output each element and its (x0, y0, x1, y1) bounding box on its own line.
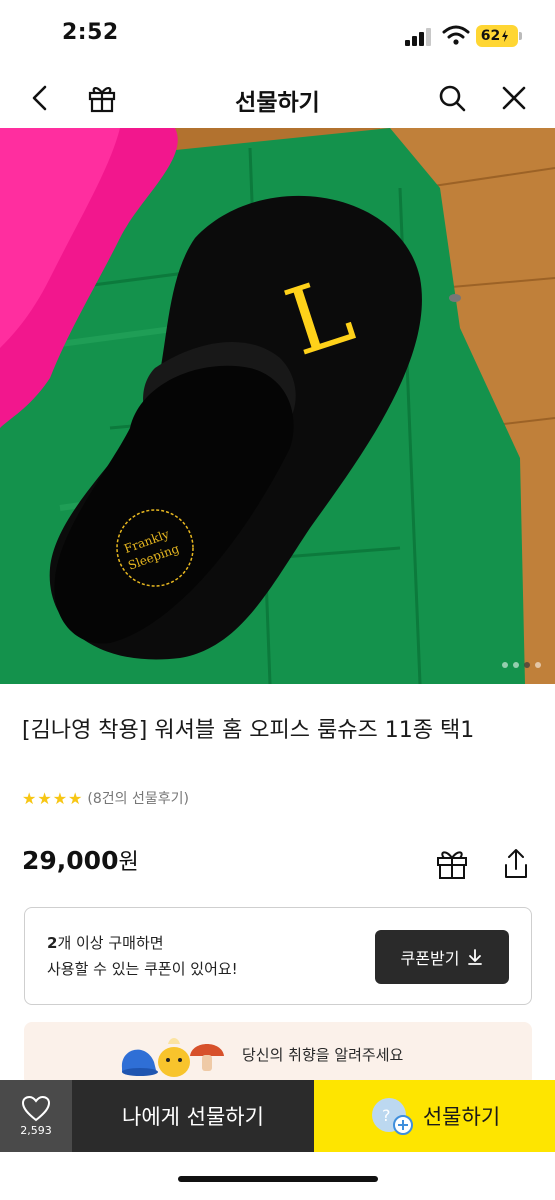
gift-wish-icon[interactable] (434, 846, 470, 882)
character-illustration (121, 1038, 224, 1077)
home-indicator-area (0, 1152, 555, 1200)
product-photo: L Frankly Sleeping (0, 128, 555, 684)
product-image-carousel[interactable]: L Frankly Sleeping (0, 128, 555, 684)
share-icon[interactable] (498, 846, 534, 882)
product-price: 29,000원 (22, 844, 139, 876)
search-icon[interactable] (436, 82, 468, 114)
home-indicator[interactable] (178, 1176, 378, 1182)
status-bar: 2:52 62 (0, 0, 555, 70)
gift-icon[interactable] (86, 82, 118, 114)
price-unit: 원 (118, 850, 139, 875)
status-time: 2:52 (62, 20, 119, 45)
heart-icon (21, 1095, 51, 1122)
review-count-link[interactable]: (8건의 선물후기) (87, 788, 189, 808)
wifi-icon (442, 24, 470, 46)
chevron-left-icon[interactable] (24, 82, 56, 114)
carousel-pagination (502, 662, 541, 668)
battery-icon: 62 (476, 25, 522, 47)
carousel-dot[interactable] (535, 662, 541, 668)
taste-survey-text: 당신의 취향을 알려주세요 (242, 1046, 404, 1064)
wishlist-count: 2,593 (20, 1124, 52, 1137)
download-icon (468, 949, 483, 965)
coupon-line2: 사용할 수 있는 쿠폰이 있어요! (47, 960, 238, 978)
friend-add-icon: ? (371, 1098, 413, 1135)
get-coupon-label: 쿠폰받기 (400, 949, 460, 968)
gift-to-self-button[interactable]: 나에게 선물하기 (72, 1080, 314, 1152)
carousel-dot-active[interactable] (524, 662, 530, 668)
page-title: 선물하기 (235, 90, 320, 116)
coupon-min-qty: 2 (47, 934, 58, 952)
rating-row[interactable]: ★★★★ (8건의 선물후기) (22, 788, 189, 808)
send-gift-button[interactable]: ? 선물하기 (314, 1080, 555, 1152)
carousel-dot[interactable] (513, 662, 519, 668)
star-rating-icon: ★★★★ (22, 788, 84, 808)
coupon-box: 2개 이상 구매하면 사용할 수 있는 쿠폰이 있어요! 쿠폰받기 (24, 907, 532, 1005)
coupon-description: 2개 이상 구매하면 사용할 수 있는 쿠폰이 있어요! (47, 930, 238, 982)
price-number: 29,000 (22, 846, 119, 875)
battery-level: 62 (480, 28, 501, 44)
wishlist-button[interactable]: 2,593 (0, 1080, 72, 1152)
get-coupon-button[interactable]: 쿠폰받기 (375, 930, 509, 984)
product-title: [김나영 착용] 워셔블 홈 오피스 룸슈즈 11종 택1 (22, 718, 475, 743)
gift-to-self-label: 나에게 선물하기 (122, 1105, 264, 1129)
bottom-action-bar: 2,593 나에게 선물하기 ? 선물하기 (0, 1080, 555, 1200)
send-gift-label: 선물하기 (422, 1105, 501, 1129)
coupon-line1: 개 이상 구매하면 (57, 934, 164, 952)
svg-text:?: ? (382, 1106, 391, 1125)
taste-survey-banner[interactable]: 당신의 취향을 알려주세요 (24, 1022, 532, 1086)
navbar: 선물하기 (0, 70, 555, 128)
close-icon[interactable] (498, 82, 530, 114)
cellular-signal-icon (405, 28, 435, 46)
carousel-dot[interactable] (502, 662, 508, 668)
